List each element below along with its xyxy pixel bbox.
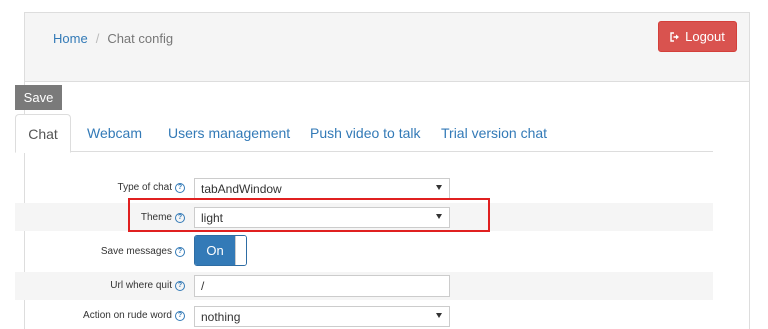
action-on-rude-word-label-text: Action on rude word [83, 310, 172, 321]
breadcrumb-separator: / [95, 31, 100, 46]
url-where-quit-label-text: Url where quit [110, 280, 172, 291]
tab-users-management[interactable]: Users management [168, 114, 290, 152]
tab-push-video-to-talk[interactable]: Push video to talk [310, 114, 421, 152]
save-messages-label-text: Save messages [100, 246, 172, 257]
sign-out-icon [670, 31, 680, 42]
toggle-on-label: On [195, 236, 235, 265]
panel-header: Home / Chat config Logout [25, 13, 749, 82]
type-of-chat-label: Type of chat ? [118, 182, 185, 193]
logout-button[interactable]: Logout [658, 21, 737, 52]
tab-chat[interactable]: Chat [15, 114, 71, 153]
breadcrumb-current: Chat config [107, 31, 174, 46]
url-where-quit-label: Url where quit ? [110, 280, 185, 291]
url-where-quit-input[interactable]: / [194, 275, 450, 297]
type-of-chat-label-text: Type of chat [117, 182, 172, 193]
form-row-type-of-chat: Type of chat ? tabAndWindow [15, 176, 713, 200]
save-messages-label: Save messages ? [101, 246, 185, 257]
form-row-action-on-rude-word: Action on rude word ? nothing [15, 302, 713, 329]
help-icon[interactable]: ? [175, 246, 185, 257]
action-on-rude-word-value: nothing [201, 309, 241, 324]
help-icon[interactable]: ? [175, 310, 185, 321]
tab-trial-version-chat[interactable]: Trial version chat [441, 114, 547, 152]
save-button[interactable]: Save [15, 85, 62, 110]
breadcrumb: Home / Chat config [53, 31, 173, 46]
logout-label: Logout [685, 29, 725, 44]
tab-webcam[interactable]: Webcam [87, 114, 142, 152]
form-row-url-where-quit: Url where quit ? / [15, 272, 713, 300]
help-icon[interactable]: ? [175, 280, 185, 291]
chevron-down-icon [436, 313, 442, 318]
toggle-knob [235, 236, 246, 265]
help-icon[interactable]: ? [175, 182, 185, 193]
settings-tabs: Chat Webcam Users management Push video … [15, 114, 713, 153]
action-on-rude-word-select[interactable]: nothing [194, 306, 450, 327]
type-of-chat-value: tabAndWindow [201, 181, 282, 196]
save-messages-toggle[interactable]: On [194, 235, 247, 266]
chevron-down-icon [436, 185, 442, 190]
type-of-chat-select[interactable]: tabAndWindow [194, 178, 450, 199]
form-row-save-messages: Save messages ? On [15, 233, 713, 270]
theme-highlight-box [128, 198, 490, 232]
action-on-rude-word-label: Action on rude word ? [83, 310, 185, 321]
breadcrumb-home-link[interactable]: Home [53, 31, 88, 46]
